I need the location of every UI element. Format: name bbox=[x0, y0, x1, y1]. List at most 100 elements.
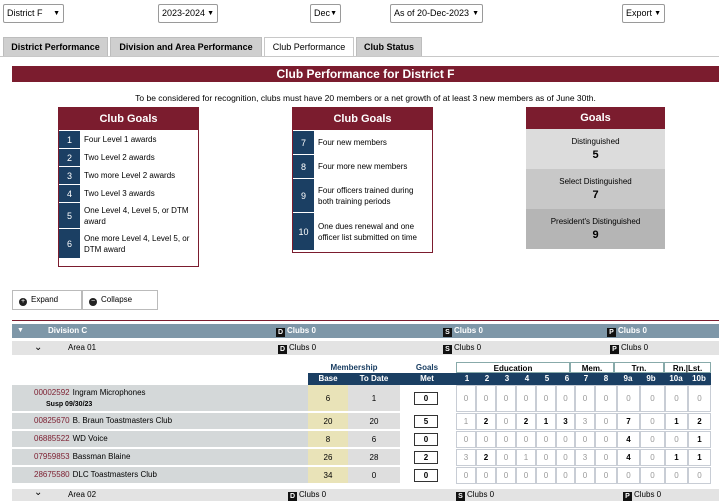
as-of-select[interactable]: As of 20-Dec-2023 ▼ bbox=[390, 4, 483, 23]
division-select: S Clubs 0 bbox=[443, 324, 483, 338]
select-badge-icon: S bbox=[443, 345, 452, 354]
goal-level: President's Distinguished 9 bbox=[526, 209, 665, 249]
score-cell: 0 bbox=[556, 431, 575, 448]
score-cell: 1 bbox=[688, 449, 711, 466]
to-date-cell: 0 bbox=[348, 467, 400, 484]
goal-item: 3 Two more Level 2 awards bbox=[59, 166, 198, 184]
score-cell: 1 bbox=[688, 431, 711, 448]
club-id-link[interactable]: 07959853 bbox=[34, 452, 70, 461]
score-cell: 0 bbox=[617, 385, 640, 412]
area-row[interactable]: ⌄ Area 02 D Clubs 0 S Clubs 0 P Clubs 0 bbox=[12, 488, 719, 501]
goal-text: Four Level 1 awards bbox=[84, 135, 157, 144]
score-cell: 0 bbox=[516, 467, 536, 484]
chevron-down-icon: ▼ bbox=[472, 10, 479, 17]
score-cell: 3 bbox=[575, 449, 595, 466]
area-name: Area 01 bbox=[68, 343, 97, 352]
score-cell: 0 bbox=[496, 449, 516, 466]
area-d-clubs: Clubs 0 bbox=[289, 343, 317, 352]
chevron-down-icon[interactable]: ⌄ bbox=[34, 488, 42, 498]
score-cell: 0 bbox=[516, 385, 536, 412]
header-met: Met bbox=[420, 374, 434, 383]
score-cell: 1 bbox=[665, 449, 688, 466]
goals-met-value: 2 bbox=[414, 451, 438, 464]
goals-title: Goals bbox=[526, 107, 665, 129]
district-select[interactable]: District F ▼ bbox=[3, 4, 64, 23]
division-p-clubs: Clubs 0 bbox=[618, 326, 647, 335]
score-cell: 0 bbox=[456, 431, 476, 448]
goal-level-label: Distinguished bbox=[571, 137, 620, 146]
club-name: WD Voice bbox=[72, 434, 108, 443]
goal-text: Two more Level 2 awards bbox=[84, 171, 176, 180]
score-cell: 0 bbox=[575, 431, 595, 448]
score-cell: 0 bbox=[496, 385, 516, 412]
club-id-link[interactable]: 00825670 bbox=[34, 416, 70, 425]
goal-number: 8 bbox=[293, 155, 314, 178]
goal-text: Four new members bbox=[318, 138, 387, 147]
division-row[interactable]: ▼ Division C D Clubs 0 S Clubs 0 P Clubs 0 bbox=[12, 324, 719, 338]
goal-number: 4 bbox=[59, 185, 80, 202]
score-cell: 0 bbox=[595, 385, 617, 412]
chevron-down-icon: ▼ bbox=[330, 10, 337, 17]
header-col: 2 bbox=[484, 374, 490, 383]
goal-number: 10 bbox=[293, 213, 314, 250]
goal-text: One dues renewal and one officer list su… bbox=[318, 221, 418, 242]
score-cell: 1 bbox=[516, 449, 536, 466]
goal-level-value: 7 bbox=[592, 189, 599, 201]
area-select: S Clubs 0 bbox=[456, 489, 494, 501]
score-cell: 0 bbox=[536, 385, 556, 412]
to-date-cell: 1 bbox=[348, 385, 400, 412]
select-badge-icon: S bbox=[443, 328, 452, 337]
club-goals-panel-2: Club Goals 7 Four new members 8 Four more n… bbox=[292, 107, 433, 253]
area-select: S Clubs 0 bbox=[443, 341, 481, 355]
score-cell: 7 bbox=[617, 413, 640, 430]
year-select[interactable]: 2023-2024 ▼ bbox=[158, 4, 218, 23]
division-s-clubs: Clubs 0 bbox=[454, 326, 483, 335]
chevron-down-icon: ▼ bbox=[53, 10, 60, 17]
club-id-link[interactable]: 00002592 bbox=[34, 388, 70, 397]
score-cell: 0 bbox=[665, 385, 688, 412]
header-membership: Membership bbox=[308, 362, 400, 373]
goal-level-label: President's Distinguished bbox=[550, 217, 641, 226]
chevron-down-icon[interactable]: ▼ bbox=[17, 324, 24, 338]
score-cell: 0 bbox=[617, 467, 640, 484]
goals-met-value: 0 bbox=[414, 392, 438, 405]
goal-number: 2 bbox=[59, 149, 80, 166]
tab-district-performance[interactable]: District Performance bbox=[3, 37, 108, 56]
score-cell: 0 bbox=[536, 431, 556, 448]
header-col: 4 bbox=[524, 374, 530, 383]
score-cell: 1 bbox=[665, 413, 688, 430]
distinguished-badge-icon: D bbox=[276, 328, 285, 337]
score-cell: 0 bbox=[595, 413, 617, 430]
export-select-value: Export bbox=[626, 8, 653, 18]
score-cell: 0 bbox=[640, 413, 665, 430]
score-cell: 3 bbox=[556, 413, 575, 430]
goal-item: 2 Two Level 2 awards bbox=[59, 148, 198, 166]
goal-number: 7 bbox=[293, 131, 314, 154]
score-cell: 0 bbox=[575, 385, 595, 412]
area-s-clubs: Clubs 0 bbox=[454, 343, 482, 352]
goals-met-value: 0 bbox=[414, 469, 438, 482]
score-cell: 0 bbox=[640, 467, 665, 484]
club-id-link[interactable]: 28675580 bbox=[34, 470, 70, 479]
tab-club-performance[interactable]: Club Performance bbox=[264, 37, 354, 57]
score-cell: 0 bbox=[456, 467, 476, 484]
collapse-button[interactable]: − Collapse bbox=[82, 290, 158, 310]
club-id-link[interactable]: 06885522 bbox=[34, 434, 70, 443]
goal-item: 4 Two Level 3 awards bbox=[59, 184, 198, 202]
area-row[interactable]: ⌄ Area 01 D Clubs 0 S Clubs 0 P Clubs 0 bbox=[12, 341, 719, 355]
score-cell: 2 bbox=[516, 413, 536, 430]
tab-club-status[interactable]: Club Status bbox=[356, 37, 422, 56]
area-distinguished: D Clubs 0 bbox=[288, 489, 326, 501]
goal-number: 6 bbox=[59, 229, 80, 258]
to-date-cell: 28 bbox=[348, 449, 400, 466]
division-name: Division C bbox=[48, 326, 88, 335]
club-name: B. Braun Toastmasters Club bbox=[72, 416, 173, 425]
division-distinguished: D Clubs 0 bbox=[276, 324, 316, 338]
export-select[interactable]: Export ▼ bbox=[622, 4, 665, 23]
club-status-note: Susp 09/30/23 bbox=[46, 401, 93, 408]
expand-button[interactable]: + Expand bbox=[12, 290, 82, 310]
chevron-down-icon[interactable]: ⌄ bbox=[34, 341, 42, 354]
month-select[interactable]: Dec ▼ bbox=[310, 4, 341, 23]
tab-division-area-performance[interactable]: Division and Area Performance bbox=[110, 37, 262, 56]
goal-text: Two Level 2 awards bbox=[84, 153, 155, 162]
